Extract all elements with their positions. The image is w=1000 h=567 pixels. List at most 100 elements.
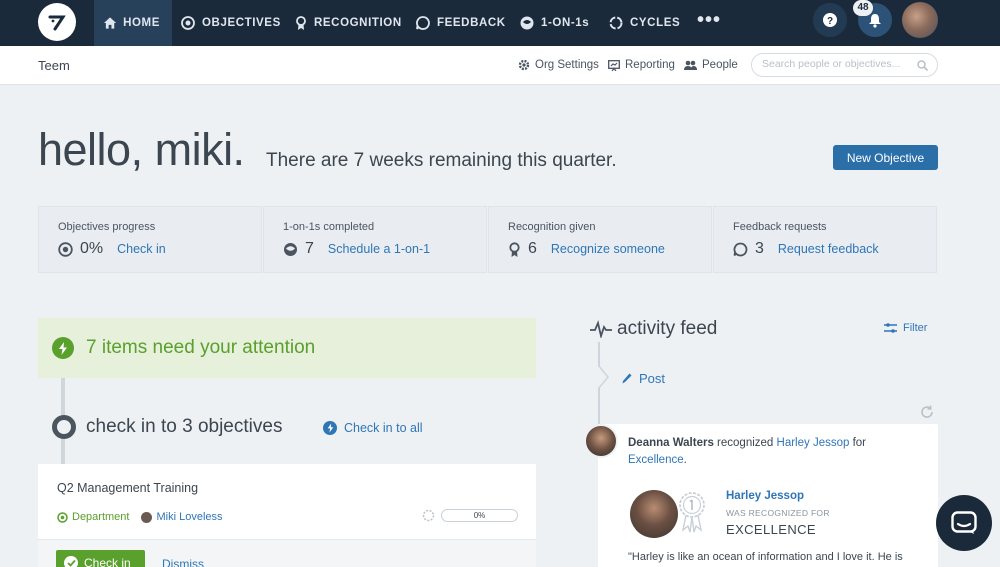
nav-objectives[interactable]: OBJECTIVES (181, 0, 281, 46)
checkin-heading: check in to 3 objectives (86, 416, 283, 437)
actor-avatar[interactable] (584, 424, 618, 458)
home-icon (104, 17, 117, 29)
reporting-label: Reporting (625, 59, 675, 71)
search-box[interactable] (751, 53, 938, 77)
sub-header: Teem Org Settings Reporting People (0, 46, 1000, 85)
feedback-icon (733, 242, 748, 256)
check-icon (64, 555, 78, 567)
check-in-button[interactable]: Check in (56, 550, 145, 567)
objective-card: Q2 Management Training Department Miki L… (38, 464, 536, 567)
recipient-name-link[interactable]: Harley Jessop (726, 490, 804, 502)
stat-objectives-progress: Objectives progress 0% Check in (38, 206, 262, 273)
help-button[interactable]: ? (813, 3, 847, 37)
value-link[interactable]: Excellence (628, 454, 684, 466)
feed-verb: recognized (713, 437, 777, 449)
actor-name[interactable]: Deanna Walters (628, 437, 714, 449)
help-icon: ? (823, 13, 837, 27)
refresh-icon[interactable] (920, 405, 934, 419)
owner-name: Miki Loveless (156, 511, 223, 523)
objective-title[interactable]: Q2 Management Training (57, 481, 198, 495)
stat-one-on-ones: 1-on-1s completed 7 Schedule a 1-on-1 (263, 206, 487, 273)
owner-avatar (141, 511, 153, 523)
recognition-quote: "Harley is like an ocean of information … (628, 551, 903, 563)
one-on-one-icon (520, 16, 534, 30)
lightning-icon (323, 421, 337, 435)
chevron-right-icon (598, 365, 609, 389)
stat-label: Recognition given (508, 221, 596, 233)
org-settings-link[interactable]: Org Settings (518, 59, 599, 71)
user-avatar[interactable] (902, 2, 938, 38)
filter-label: Filter (903, 322, 928, 334)
owner-link[interactable]: Miki Loveless (141, 511, 223, 523)
progress-spinner-icon (422, 509, 435, 522)
recognition-value: EXCELLENCE (726, 522, 816, 537)
reporting-link[interactable]: Reporting (608, 59, 675, 71)
chat-icon (951, 511, 977, 534)
check-in-link[interactable]: Check in (117, 242, 166, 256)
stat-value: 6 (528, 240, 537, 257)
one-on-one-icon (284, 242, 297, 256)
nav-more-menu[interactable]: ••• (697, 9, 721, 32)
nav-recognition-label: RECOGNITION (314, 17, 402, 29)
dismiss-link[interactable]: Dismiss (162, 557, 204, 567)
timeline-node-icon (52, 415, 76, 439)
post-button[interactable]: Post (622, 371, 665, 386)
target-name-link[interactable]: Harley Jessop (777, 437, 850, 449)
target-icon (58, 241, 73, 257)
post-label: Post (639, 371, 666, 386)
recognize-someone-link[interactable]: Recognize someone (551, 242, 665, 256)
weeks-remaining-text: There are 7 weeks remaining this quarter… (266, 150, 617, 171)
check-in-to-all-label: Check in to all (344, 421, 423, 435)
objective-actions: Check in Dismiss (38, 539, 536, 567)
stat-value: 0% (80, 240, 104, 257)
filter-button[interactable]: Filter (884, 322, 927, 334)
attention-banner: 7 items need your attention (38, 318, 536, 378)
nav-feedback[interactable]: FEEDBACK (416, 0, 506, 46)
reporting-icon (608, 59, 620, 71)
people-link[interactable]: People (684, 59, 738, 71)
top-navigation: HOME OBJECTIVES RECOGNITION FEEDBACK 1-O… (0, 0, 1000, 46)
new-objective-button[interactable]: New Objective (833, 145, 938, 170)
nav-feedback-label: FEEDBACK (437, 17, 506, 29)
stat-value: 3 (755, 240, 764, 257)
objective-meta: Department Miki Loveless (57, 511, 223, 523)
nav-home[interactable]: HOME (94, 0, 172, 46)
department-label: Department (72, 511, 130, 523)
chat-launcher-button[interactable] (936, 495, 992, 551)
recognized-for-label: WAS RECOGNIZED FOR (726, 508, 830, 518)
award-icon (509, 241, 520, 257)
nav-cycles[interactable]: CYCLES (609, 0, 680, 46)
org-settings-label: Org Settings (535, 59, 599, 71)
teem-logo[interactable] (38, 3, 76, 41)
target-icon (57, 511, 68, 523)
feed-item-card: Deanna Walters recognized Harley Jessop … (598, 424, 938, 567)
nav-one-on-ones-label: 1-ON-1s (541, 17, 590, 29)
department-tag[interactable]: Department (57, 511, 129, 523)
schedule-one-on-one-link[interactable]: Schedule a 1-on-1 (328, 242, 430, 256)
bell-icon (869, 13, 881, 28)
award-badge-icon (679, 492, 705, 533)
activity-feed-title: activity feed (617, 318, 718, 339)
search-input[interactable] (762, 58, 912, 70)
check-in-to-all-link[interactable]: Check in to all (323, 421, 423, 435)
notification-count-badge: 48 (853, 0, 873, 16)
stat-value: 7 (305, 240, 314, 257)
gear-icon (518, 59, 530, 71)
objective-progress-bar[interactable]: 0% (441, 509, 518, 522)
nav-home-label: HOME (123, 17, 160, 29)
nav-one-on-ones[interactable]: 1-ON-1s (520, 0, 589, 46)
recipient-avatar[interactable] (630, 490, 678, 538)
check-in-button-label: Check in (84, 555, 131, 567)
nav-recognition[interactable]: RECOGNITION (295, 0, 402, 46)
attention-title: 7 items need your attention (86, 337, 316, 358)
people-icon (684, 60, 697, 70)
stats-bar: Objectives progress 0% Check in 1-on-1s … (38, 206, 938, 273)
pulse-icon (590, 320, 612, 338)
cycles-icon (609, 16, 623, 30)
stat-label: Feedback requests (733, 221, 827, 233)
request-feedback-link[interactable]: Request feedback (778, 242, 879, 256)
activity-feed-heading: activity feed (590, 318, 717, 340)
search-icon[interactable] (917, 60, 928, 71)
lightning-icon (52, 337, 74, 359)
nav-objectives-label: OBJECTIVES (202, 17, 281, 29)
